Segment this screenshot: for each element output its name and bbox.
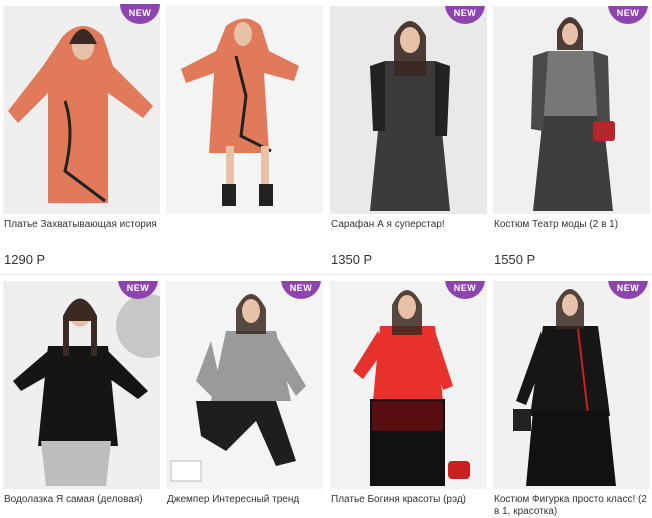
product-photo[interactable]: NEW: [166, 281, 323, 489]
product-price: 1350 Р: [331, 252, 373, 267]
product-photo[interactable]: [3, 6, 160, 214]
product-price: 1290 Р: [4, 252, 46, 267]
product-photo[interactable]: NEW: [330, 281, 487, 489]
product-photo[interactable]: NEW: [493, 281, 650, 489]
product-price: 1550 Р: [494, 252, 536, 267]
product-photo[interactable]: NEW: [493, 6, 650, 214]
product-name[interactable]: Костюм Фигурка просто класс! (2 в 1, кра…: [494, 494, 650, 518]
row-divider: [0, 274, 652, 275]
product-name[interactable]: Сарафан А я суперстар!: [331, 219, 487, 231]
product-photo[interactable]: [166, 6, 323, 214]
product-photo[interactable]: NEW: [330, 6, 487, 214]
product-name[interactable]: Джемпер Интересный тренд: [167, 494, 323, 506]
product-name[interactable]: Костюм Театр моды (2 в 1): [494, 219, 650, 231]
product-name[interactable]: Водолазка Я самая (деловая): [4, 494, 160, 506]
product-photo[interactable]: NEW: [3, 281, 160, 489]
product-name[interactable]: Платье Захватывающая история: [4, 219, 160, 231]
product-name[interactable]: Платье Богиня красоты (рэд): [331, 494, 487, 506]
